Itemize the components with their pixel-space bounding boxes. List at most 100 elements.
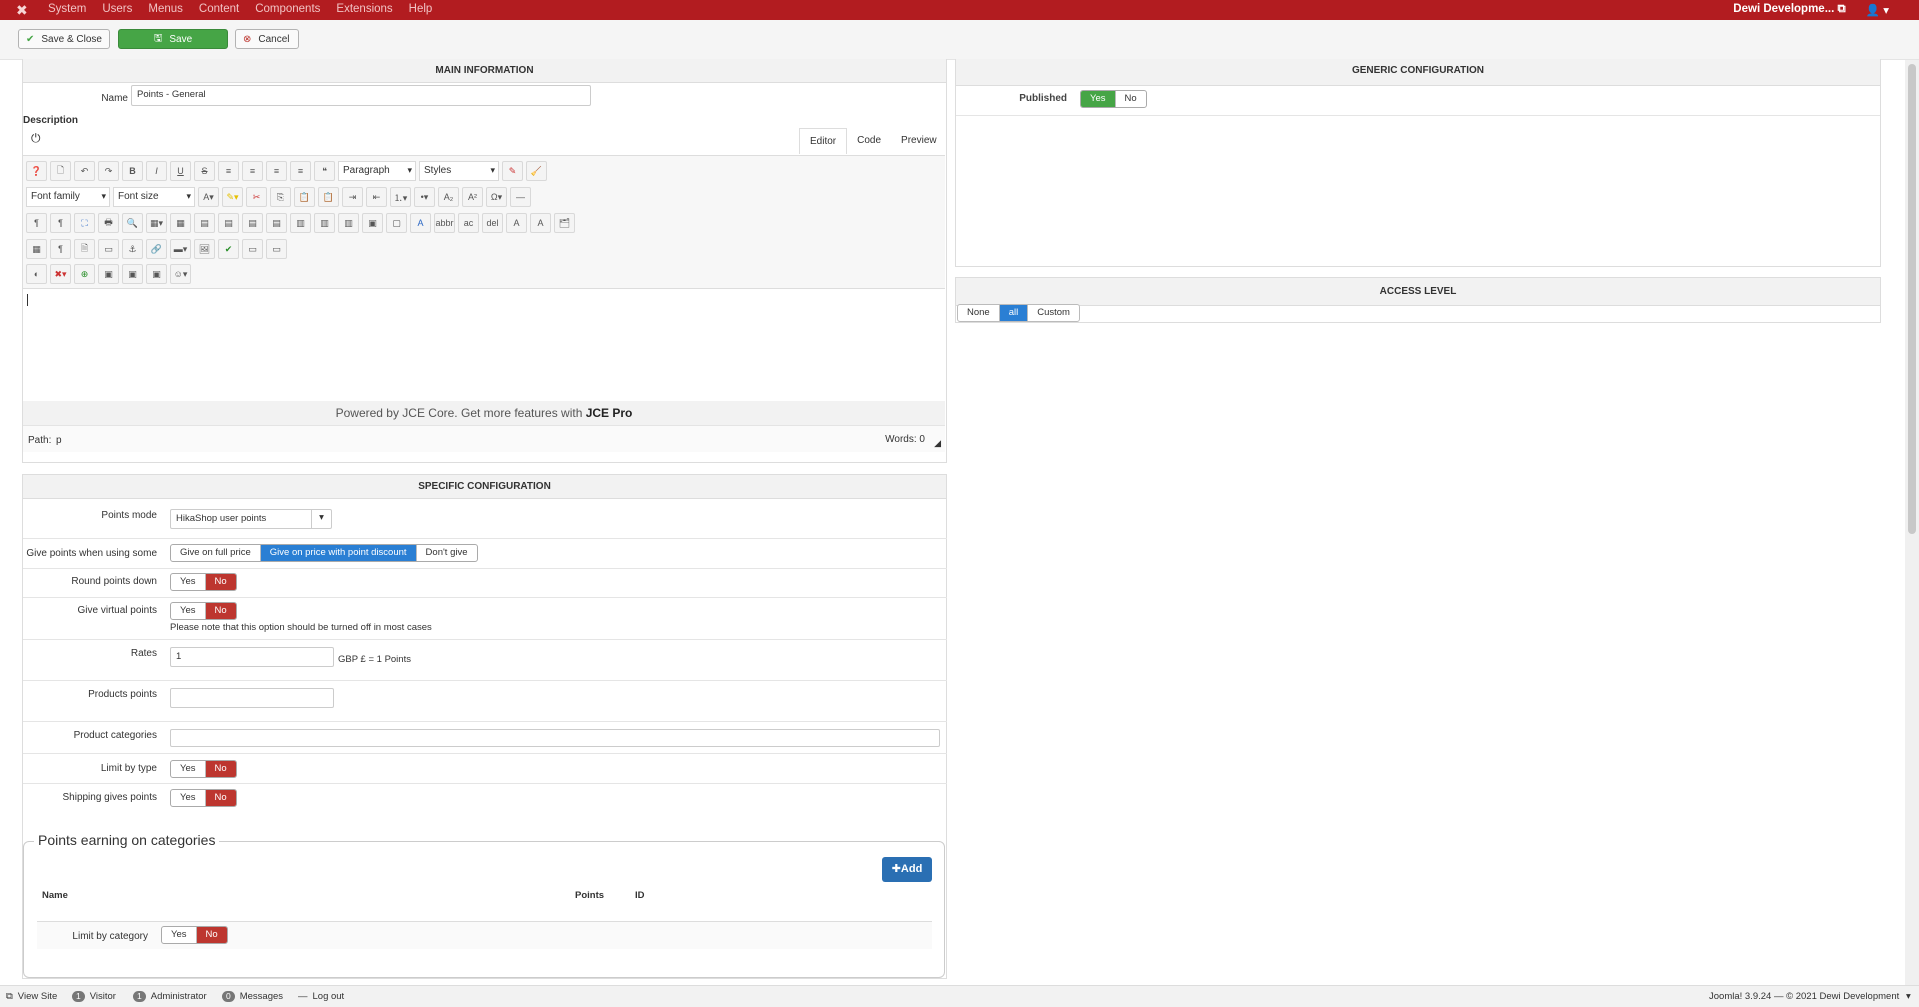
indent-icon[interactable]: ⇥ <box>342 187 363 207</box>
published-no[interactable]: No <box>1116 91 1146 107</box>
round-no[interactable]: No <box>205 574 236 590</box>
view-site-link[interactable]: ⧉ View Site <box>6 991 57 1002</box>
logout-link[interactable]: — Log out <box>298 991 344 1002</box>
copy-icon[interactable]: ⎘ <box>270 187 291 207</box>
source-icon[interactable]: 🗎 <box>74 239 95 259</box>
split-cells-icon[interactable]: ▢ <box>386 213 407 233</box>
virtual-no[interactable]: No <box>205 603 236 619</box>
menu-extensions[interactable]: Extensions <box>336 3 392 15</box>
row-props-icon[interactable]: ▤ <box>242 213 263 233</box>
undo-icon[interactable]: ↶ <box>74 161 95 181</box>
delete-col-icon[interactable]: ▥ <box>338 213 359 233</box>
align-justify-icon[interactable]: ≡ <box>218 161 239 181</box>
font-family-select[interactable]: Font family <box>26 187 110 207</box>
subscript-icon[interactable]: A₂ <box>438 187 459 207</box>
editor-content-area[interactable] <box>23 289 945 401</box>
published-toggle[interactable]: Yes No <box>1080 90 1147 108</box>
cancel-button[interactable]: ⊗ Cancel <box>235 29 299 49</box>
give-points-toggle[interactable]: Give on full price Give on price with po… <box>170 544 478 562</box>
published-yes[interactable]: Yes <box>1081 91 1116 107</box>
cleanup-icon[interactable]: 🧹 <box>526 161 547 181</box>
layer-icon[interactable]: ▣ <box>98 264 119 284</box>
styles-select[interactable]: Styles <box>419 161 499 181</box>
help-icon[interactable]: ❓ <box>26 161 47 181</box>
acronym-icon[interactable]: ac <box>458 213 479 233</box>
anchor-icon[interactable]: ⚓ <box>122 239 143 259</box>
image-icon[interactable]: 🖼 <box>194 239 215 259</box>
joomla-plugin-icon[interactable]: ✖▾ <box>50 264 71 284</box>
access-none[interactable]: None <box>958 305 1000 321</box>
menu-components[interactable]: Components <box>255 3 320 15</box>
superscript-icon[interactable]: A² <box>462 187 483 207</box>
limit-category-yes[interactable]: Yes <box>162 927 197 943</box>
highlight-icon[interactable]: ✎▾ <box>222 187 243 207</box>
round-points-toggle[interactable]: Yes No <box>170 573 237 591</box>
align-center-icon[interactable]: ≡ <box>266 161 287 181</box>
abbr-icon[interactable]: abbr <box>434 213 455 233</box>
access-level-toggle[interactable]: None all Custom <box>957 304 1080 322</box>
strikethrough-icon[interactable]: S <box>194 161 215 181</box>
access-custom[interactable]: Custom <box>1028 305 1079 321</box>
bold-icon[interactable]: B <box>122 161 143 181</box>
power-toggle-icon[interactable]: ⏻ <box>31 131 41 146</box>
access-all[interactable]: all <box>999 305 1029 321</box>
limit-by-type-toggle[interactable]: Yes No <box>170 760 237 778</box>
numbered-list-icon[interactable]: ⒈▾ <box>390 187 411 207</box>
give-full-price[interactable]: Give on full price <box>171 545 261 561</box>
limit-category-toggle[interactable]: Yes No <box>161 926 228 944</box>
products-points-input[interactable] <box>170 688 334 708</box>
tab-editor[interactable]: Editor <box>799 128 848 154</box>
layer-back-icon[interactable]: ▣ <box>122 264 143 284</box>
ltr-icon[interactable]: ¶ <box>26 213 47 233</box>
admins-indicator[interactable]: 1 Administrator <box>133 991 207 1002</box>
horizontal-rule-icon[interactable]: — <box>510 187 531 207</box>
template-icon[interactable]: 🗂 <box>554 213 575 233</box>
user-menu-icon[interactable]: 👤 ▾ <box>1866 3 1889 17</box>
tab-code[interactable]: Code <box>847 128 891 154</box>
virtual-points-toggle[interactable]: Yes No <box>170 602 237 620</box>
menu-users[interactable]: Users <box>102 3 132 15</box>
messages-indicator[interactable]: 0 Messages <box>222 991 283 1002</box>
menu-menus[interactable]: Menus <box>148 3 183 15</box>
shipping-yes[interactable]: Yes <box>171 790 206 806</box>
rtl-icon[interactable]: ¶ <box>50 213 71 233</box>
underline-icon[interactable]: U <box>170 161 191 181</box>
add-category-button[interactable]: ✚Add <box>882 857 932 882</box>
paste-icon[interactable]: 📋 <box>294 187 315 207</box>
site-name-link[interactable]: Dewi Developme... ⧉ <box>1733 3 1845 17</box>
font-color-icon[interactable]: A▾ <box>198 187 219 207</box>
redo-icon[interactable]: ↷ <box>98 161 119 181</box>
hr-icon[interactable]: ▬▾ <box>170 239 191 259</box>
menu-help[interactable]: Help <box>409 3 433 15</box>
search-icon[interactable]: 🔍 <box>122 213 143 233</box>
scroll-down-icon[interactable]: ▾ <box>1906 991 1911 1002</box>
table-icon[interactable]: ▦▾ <box>146 213 167 233</box>
tab-preview[interactable]: Preview <box>891 128 947 154</box>
align-right-icon[interactable]: ≡ <box>290 161 311 181</box>
limit-type-yes[interactable]: Yes <box>171 761 206 777</box>
paragraph-select[interactable]: Paragraph <box>338 161 416 181</box>
emoticon-icon[interactable]: ☺▾ <box>170 264 191 284</box>
name-input[interactable]: Points - General <box>131 85 591 106</box>
link-icon[interactable]: 🔗 <box>146 239 167 259</box>
resize-handle-icon[interactable]: ◢ <box>934 438 941 449</box>
print-icon[interactable]: 🖶 <box>98 213 119 233</box>
limit-type-no[interactable]: No <box>205 761 236 777</box>
menu-system[interactable]: System <box>48 3 86 15</box>
shipping-no[interactable]: No <box>205 790 236 806</box>
blocks-icon[interactable]: ▭ <box>98 239 119 259</box>
cut-icon[interactable]: ✂ <box>246 187 267 207</box>
align-left-icon[interactable]: ≡ <box>242 161 263 181</box>
limit-category-no[interactable]: No <box>196 927 227 943</box>
paste-text-icon[interactable]: 📋 <box>318 187 339 207</box>
virtual-yes[interactable]: Yes <box>171 603 206 619</box>
jce-pro-link[interactable]: JCE Pro <box>586 406 633 420</box>
del-icon[interactable]: del <box>482 213 503 233</box>
preview-icon[interactable]: ◐ <box>26 264 47 284</box>
italic-icon[interactable]: I <box>146 161 167 181</box>
insert-icon[interactable]: ⊕ <box>74 264 95 284</box>
save-button[interactable]: 🖫 Save <box>118 29 228 49</box>
scrollbar-thumb[interactable] <box>1908 64 1916 534</box>
font-size-select[interactable]: Font size <box>113 187 195 207</box>
new-document-icon[interactable]: 🗋 <box>50 161 71 181</box>
